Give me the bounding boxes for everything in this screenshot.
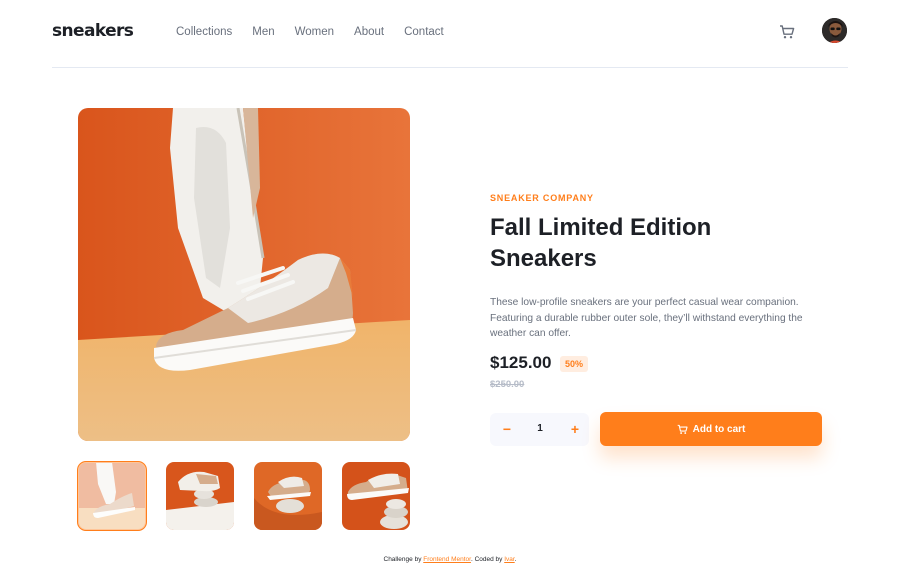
nav-men[interactable]: Men: [252, 26, 274, 38]
author-link[interactable]: Ivar: [504, 556, 514, 563]
attribution-footer: Challenge by Frontend Mentor. Coded by I…: [0, 556, 900, 563]
cart-icon[interactable]: [779, 24, 795, 40]
site-header: sneakers Collections Men Women About Con…: [52, 0, 848, 68]
nav-women[interactable]: Women: [295, 26, 334, 38]
quantity-stepper: − 1 +: [490, 413, 589, 446]
logo[interactable]: sneakers: [52, 21, 134, 41]
increase-quantity-button[interactable]: +: [568, 421, 582, 437]
main-nav: Collections Men Women About Contact: [176, 26, 464, 38]
product-title-line-2: Sneakers: [490, 245, 597, 272]
add-to-cart-label: Add to cart: [692, 423, 746, 435]
main-product-image[interactable]: [78, 108, 410, 441]
product-title-line-1: Fall Limited Edition: [490, 214, 712, 241]
add-to-cart-button[interactable]: Add to cart: [600, 412, 822, 446]
nav-collections[interactable]: Collections: [176, 26, 232, 38]
footer-middle: . Coded by: [470, 556, 505, 563]
thumbnail-1[interactable]: [77, 461, 147, 531]
footer-prefix: Challenge by: [383, 556, 424, 563]
company-name: SNEAKER COMPANY: [490, 193, 594, 203]
frontend-mentor-link[interactable]: Frontend Mentor: [423, 556, 471, 563]
product-description: These low-profile sneakers are your perf…: [490, 297, 803, 339]
decrease-quantity-button[interactable]: −: [500, 421, 514, 437]
footer-suffix: .: [514, 556, 517, 563]
product-title: Fall Limited Edition Sneakers: [490, 212, 790, 274]
nav-about[interactable]: About: [354, 26, 384, 38]
thumbnail-4[interactable]: [342, 462, 410, 530]
add-to-cart-cart-icon: [677, 424, 688, 434]
original-price: $250.00: [490, 379, 525, 390]
nav-contact[interactable]: Contact: [404, 26, 444, 38]
avatar[interactable]: [821, 17, 848, 44]
thumbnail-3[interactable]: [254, 462, 322, 530]
current-price: $125.00: [490, 353, 552, 372]
quantity-value: 1: [537, 423, 543, 434]
thumbnail-strip: [77, 461, 410, 531]
discount-badge: 50%: [560, 356, 589, 372]
thumbnail-2[interactable]: [166, 462, 234, 530]
